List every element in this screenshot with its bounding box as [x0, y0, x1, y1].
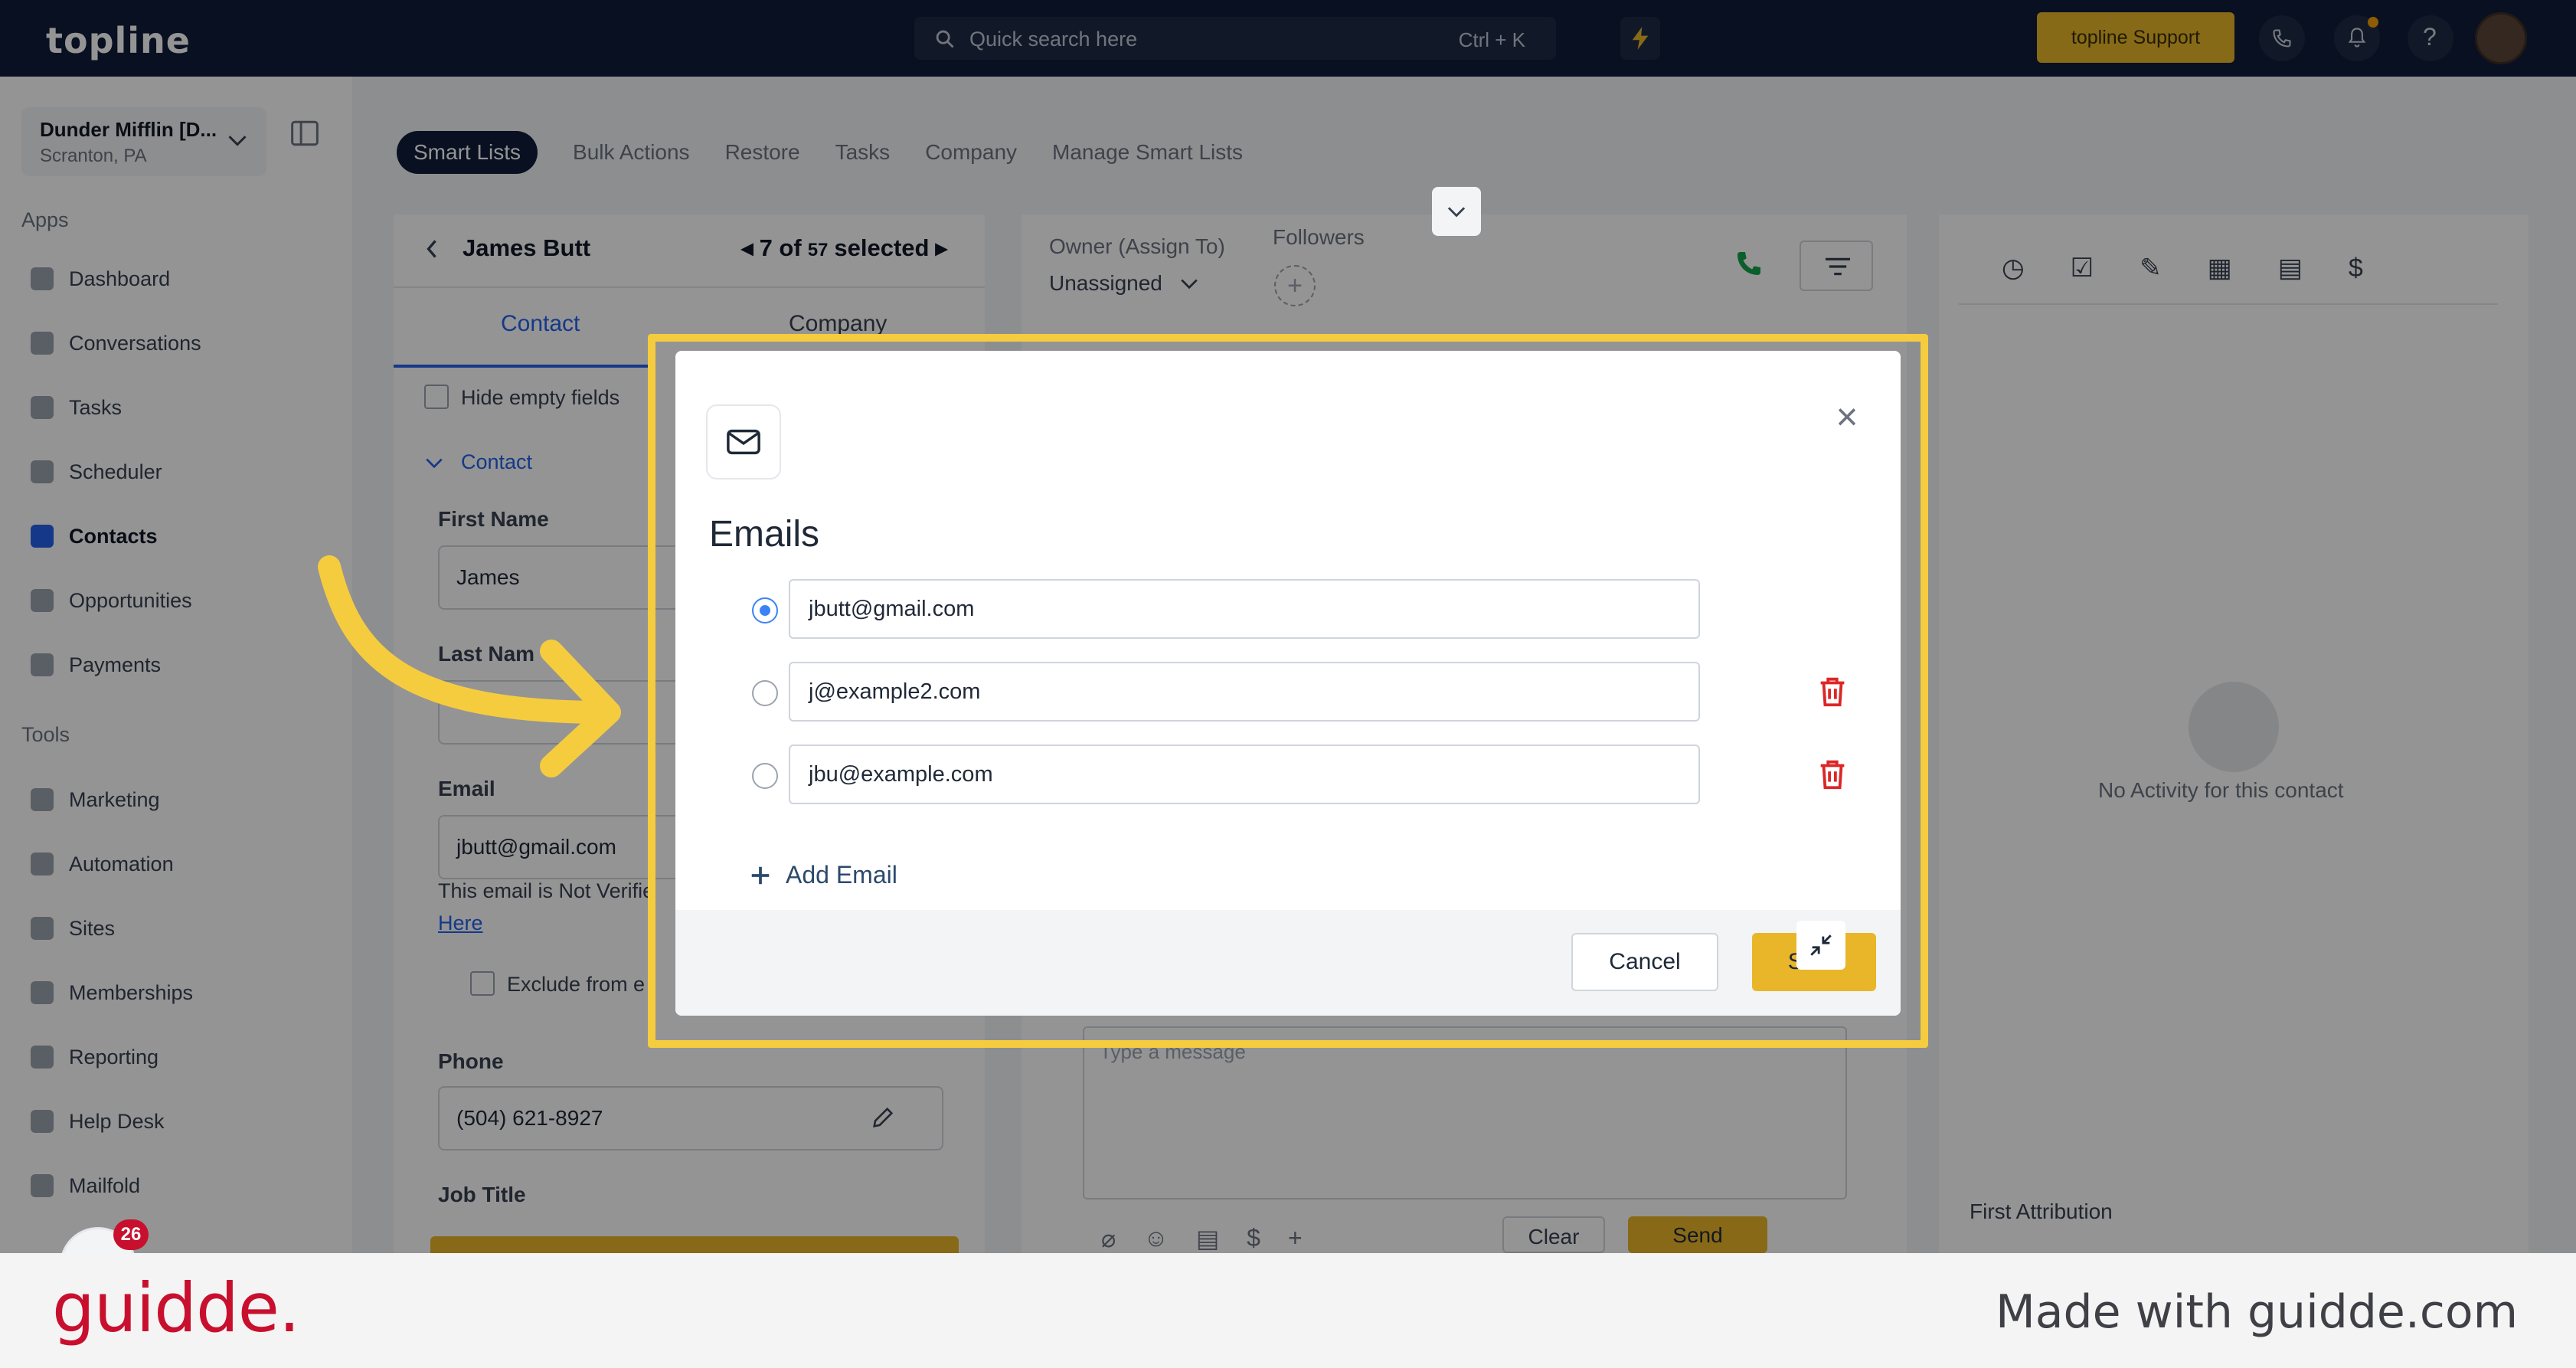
email-row: jbu@example.com	[675, 745, 1901, 806]
shrink-arrows-icon	[1796, 921, 1845, 970]
email-input[interactable]: jbu@example.com	[789, 745, 1700, 804]
guidde-logo: guidde.	[52, 1268, 300, 1347]
plus-icon	[749, 864, 772, 887]
close-icon[interactable]: ×	[1824, 394, 1870, 440]
chevron-down-icon	[1446, 205, 1467, 219]
delete-trash-icon[interactable]	[1815, 674, 1850, 709]
email-row: j@example2.com	[675, 662, 1901, 723]
email-input[interactable]: j@example2.com	[789, 662, 1700, 722]
collapse-header-button[interactable]	[1432, 187, 1481, 236]
notification-count-badge: 26	[113, 1219, 149, 1250]
cancel-button[interactable]: Cancel	[1571, 933, 1718, 991]
modal-title: Emails	[709, 514, 820, 555]
add-email-button[interactable]: Add Email	[749, 861, 897, 889]
delete-trash-icon[interactable]	[1815, 757, 1850, 792]
envelope-icon	[706, 404, 781, 479]
add-email-label: Add Email	[786, 861, 897, 889]
email-row: jbutt@gmail.com	[675, 579, 1901, 640]
email-input[interactable]: jbutt@gmail.com	[789, 579, 1700, 639]
made-with-guidde-text: Made with guidde.com	[1996, 1285, 2519, 1339]
primary-email-radio[interactable]	[752, 763, 778, 789]
primary-email-radio[interactable]	[752, 680, 778, 706]
tutorial-arrow-icon	[318, 555, 621, 777]
primary-email-radio[interactable]	[752, 597, 778, 623]
emails-modal: × Emails jbutt@gmail.com j@example2.com …	[675, 351, 1901, 1016]
